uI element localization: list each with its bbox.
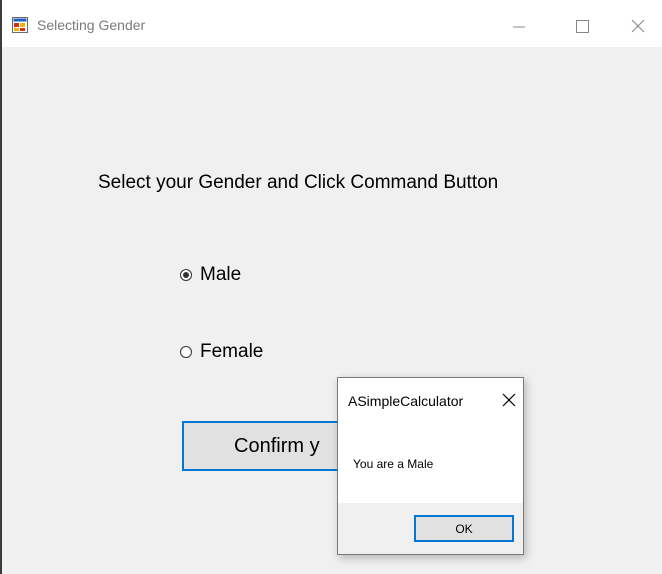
minimize-button[interactable] <box>497 8 541 40</box>
main-window: Selecting Gender Select your Gender and … <box>2 0 662 574</box>
maximize-button[interactable] <box>560 8 604 40</box>
message-box-title: ASimpleCalculator <box>348 393 464 409</box>
radio-male[interactable]: Male <box>180 263 241 287</box>
message-box-footer: OK <box>338 503 523 554</box>
radio-female-label[interactable]: Female <box>200 341 263 363</box>
radio-male-label[interactable]: Male <box>200 264 241 286</box>
ok-button[interactable]: OK <box>414 515 514 542</box>
radio-female[interactable]: Female <box>180 340 263 364</box>
radio-checked-icon[interactable] <box>180 269 192 281</box>
radio-unchecked-icon[interactable] <box>180 346 192 358</box>
message-box-close-button[interactable] <box>498 389 520 411</box>
message-box: ASimpleCalculator You are a Male OK <box>337 377 524 555</box>
instruction-label: Select your Gender and Click Command But… <box>98 172 499 193</box>
title-bar[interactable]: Selecting Gender <box>2 0 662 47</box>
close-icon <box>631 19 645 33</box>
close-button[interactable] <box>616 8 660 40</box>
maximize-icon <box>576 20 589 33</box>
window-title: Selecting Gender <box>37 17 146 33</box>
desktop: Selecting Gender Select your Gender and … <box>0 0 662 574</box>
message-text: You are a Male <box>353 457 434 471</box>
minimize-icon <box>513 26 525 28</box>
app-icon <box>12 17 28 33</box>
close-icon <box>502 393 516 407</box>
